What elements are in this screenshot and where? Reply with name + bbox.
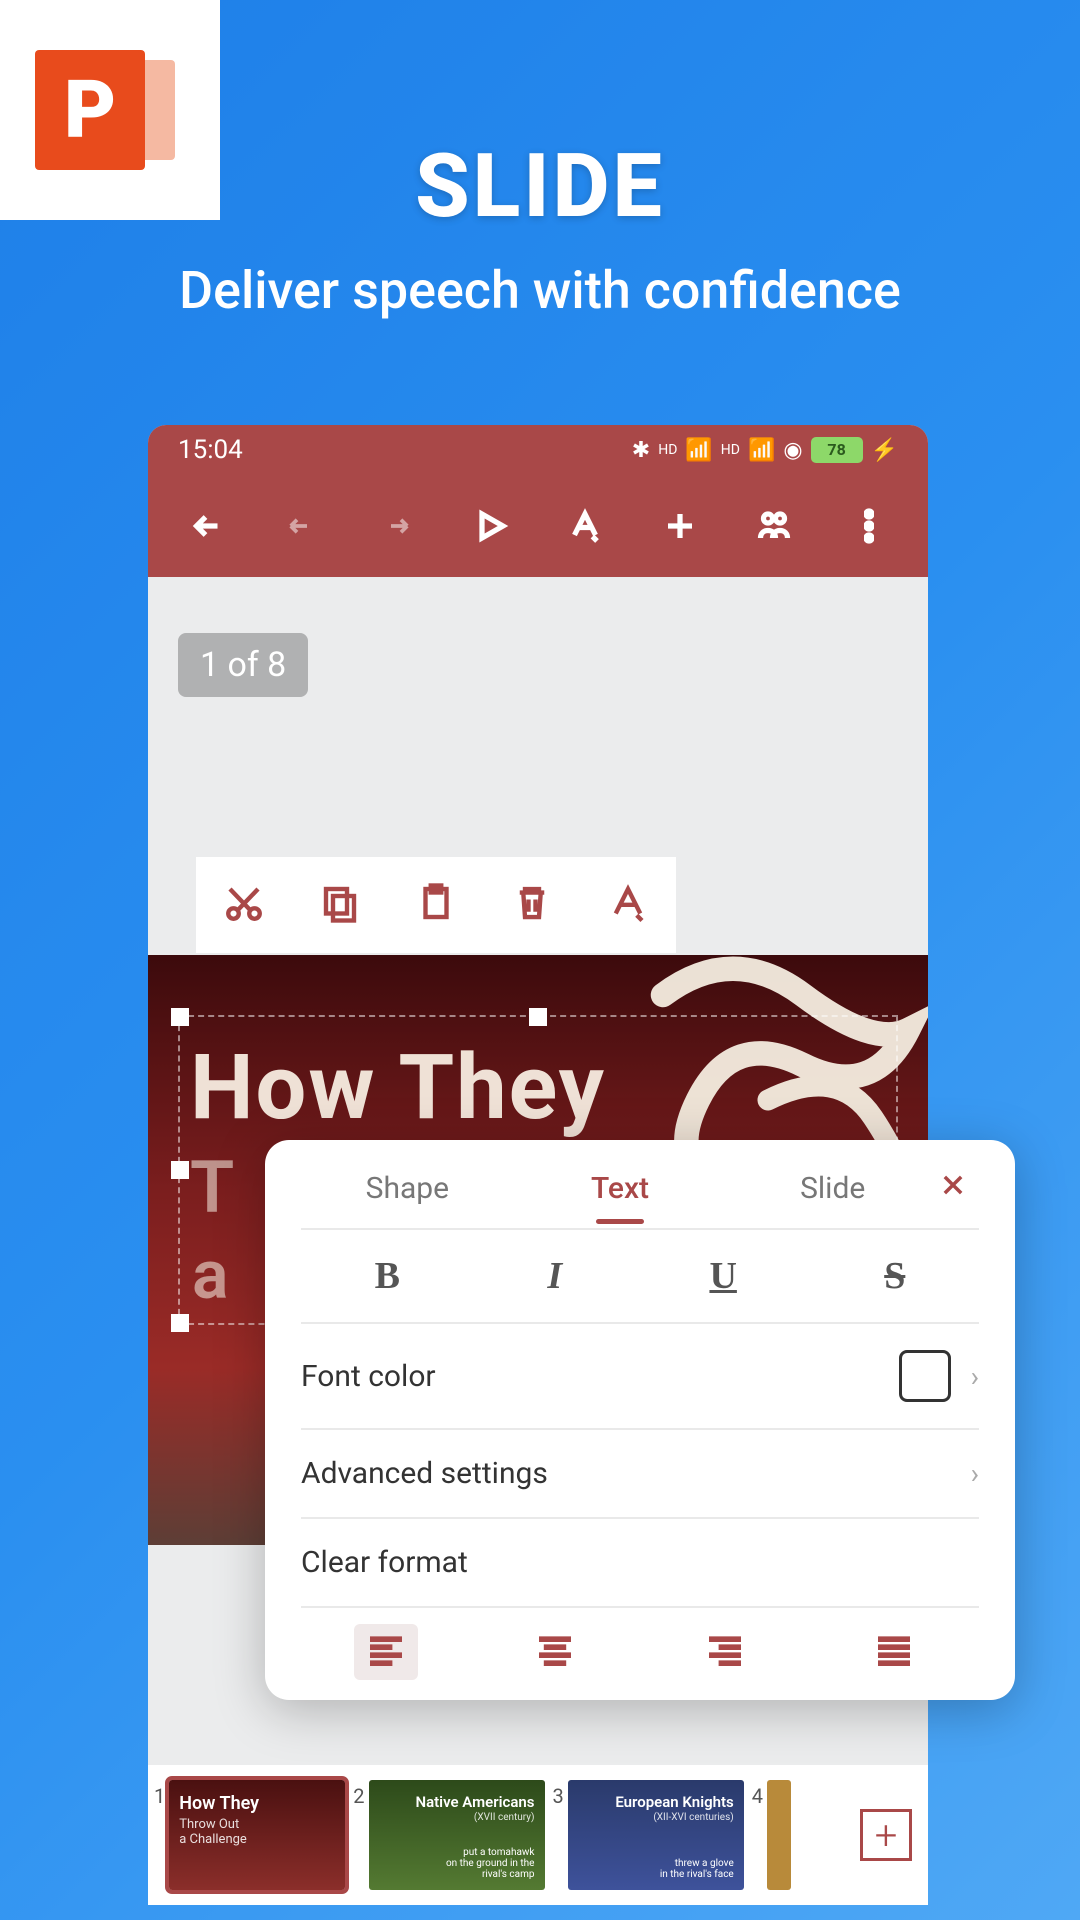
alignment-row — [265, 1608, 1015, 1680]
thumbnail-preview[interactable]: Native Americans (XVII century) put a to… — [369, 1780, 545, 1890]
slide-title-text[interactable]: How They — [190, 1035, 606, 1140]
italic-button[interactable]: I — [547, 1254, 562, 1298]
chevron-right-icon: › — [971, 1457, 979, 1490]
resize-handle[interactable] — [171, 1008, 189, 1026]
text-style-row: B I U S — [265, 1230, 1015, 1322]
slide-subtitle-text: T — [190, 1145, 234, 1230]
status-time: 15:04 — [178, 435, 243, 465]
resize-handle[interactable] — [171, 1314, 189, 1332]
tab-shape[interactable]: Shape — [301, 1171, 514, 1206]
status-bar: 15:04 ✱ HD📶 HD📶 ◉ 78 ⚡ — [148, 425, 928, 475]
charging-icon: ⚡ — [871, 438, 898, 463]
format-bottom-sheet: Shape Text Slide B I U S Font color › Ad… — [265, 1140, 1015, 1700]
redo-button[interactable] — [368, 498, 424, 554]
tab-text[interactable]: Text — [514, 1171, 727, 1206]
thumbnail-item[interactable]: 3 European Knights (XII-XVI centuries) t… — [553, 1780, 744, 1890]
app-toolbar — [148, 475, 928, 577]
signal-icon: HD — [658, 442, 677, 458]
powerpoint-icon: P — [35, 35, 185, 185]
font-color-label: Font color — [301, 1359, 436, 1394]
battery-icon: 78 — [811, 437, 863, 463]
align-justify-button[interactable] — [862, 1624, 926, 1680]
underline-button[interactable]: U — [709, 1254, 736, 1298]
thumbnail-number: 1 — [154, 1784, 165, 1808]
paste-button[interactable] — [415, 882, 457, 928]
add-slide-button[interactable]: + — [860, 1809, 912, 1861]
thumbnail-item[interactable]: 4 — [752, 1780, 791, 1890]
bold-button[interactable]: B — [375, 1254, 400, 1298]
tab-slide[interactable]: Slide — [726, 1171, 939, 1206]
thumbnail-preview[interactable]: European Knights (XII-XVI centuries) thr… — [568, 1780, 744, 1890]
align-right-button[interactable] — [693, 1624, 757, 1680]
undo-button[interactable] — [274, 498, 330, 554]
thumbnail-preview[interactable]: How They Throw Out a Challenge — [169, 1780, 345, 1890]
sheet-tabs: Shape Text Slide — [265, 1140, 1015, 1228]
clear-format-row[interactable]: Clear format — [265, 1519, 1015, 1606]
more-button[interactable] — [841, 498, 897, 554]
status-icons: ✱ HD📶 HD📶 ◉ 78 ⚡ — [632, 437, 898, 463]
app-icon-badge: P — [0, 0, 220, 220]
signal-icon-2: HD — [721, 442, 740, 458]
close-button[interactable] — [939, 1168, 979, 1208]
thumbnail-preview[interactable] — [767, 1780, 791, 1890]
font-color-row[interactable]: Font color › — [265, 1324, 1015, 1428]
copy-button[interactable] — [319, 882, 361, 928]
delete-button[interactable] — [511, 882, 553, 928]
promo-title: SLIDE — [415, 135, 665, 238]
cut-button[interactable] — [223, 882, 265, 928]
advanced-label: Advanced settings — [301, 1456, 548, 1491]
thumbnail-number: 3 — [553, 1784, 564, 1808]
align-left-button[interactable] — [354, 1624, 418, 1680]
slide-subtitle-text-2: a — [192, 1235, 229, 1315]
thumbnail-strip[interactable]: 1 How They Throw Out a Challenge 2 Nativ… — [148, 1765, 928, 1905]
chevron-right-icon: › — [971, 1360, 979, 1393]
strikethrough-button[interactable]: S — [884, 1254, 905, 1298]
wifi-icon: ◉ — [783, 438, 802, 463]
align-center-button[interactable] — [523, 1624, 587, 1680]
collaborate-button[interactable] — [746, 498, 802, 554]
edit-text-button[interactable] — [607, 882, 649, 928]
color-swatch — [899, 1350, 951, 1402]
thumbnail-number: 4 — [752, 1784, 763, 1808]
bluetooth-icon: ✱ — [632, 438, 650, 463]
resize-handle[interactable] — [529, 1008, 547, 1026]
page-indicator: 1 of 8 — [178, 633, 308, 697]
thumbnail-item[interactable]: 1 How They Throw Out a Challenge — [154, 1780, 345, 1890]
thumbnail-number: 2 — [353, 1784, 364, 1808]
back-button[interactable] — [179, 498, 235, 554]
play-button[interactable] — [463, 498, 519, 554]
thumbnail-item[interactable]: 2 Native Americans (XVII century) put a … — [353, 1780, 544, 1890]
format-button[interactable] — [557, 498, 613, 554]
resize-handle[interactable] — [171, 1161, 189, 1179]
context-toolbar — [196, 857, 676, 953]
add-button[interactable] — [652, 498, 708, 554]
promo-subtitle: Deliver speech with confidence — [0, 260, 1080, 321]
advanced-settings-row[interactable]: Advanced settings › — [265, 1430, 1015, 1517]
clear-format-label: Clear format — [301, 1545, 468, 1580]
